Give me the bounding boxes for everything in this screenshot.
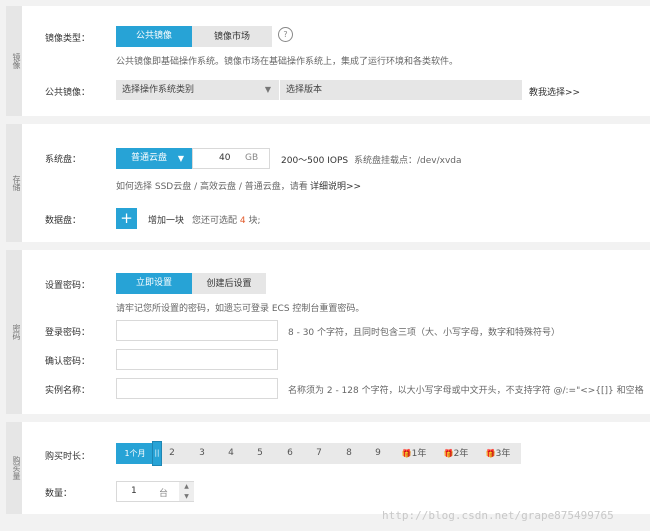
password-reminder: 请牢记您所设置的密码，如遗忘可登录 ECS 控制台重置密码。	[116, 304, 365, 314]
disk-size-value: 40	[219, 153, 231, 163]
section-side-label: 镜像	[12, 53, 21, 69]
duration-option-5[interactable]: 5	[250, 443, 270, 464]
login-password-label: 登录密码：	[45, 328, 91, 338]
instance-name-hint: 名称须为 2 - 128 个字符，以大小写字母或中文开头，不支持字符 @/:="…	[288, 386, 644, 396]
duration-option-2[interactable]: 2	[162, 443, 182, 464]
version-select[interactable]: 选择版本	[280, 80, 522, 100]
help-choose-link[interactable]: 教我选择>>	[529, 85, 580, 98]
section-side-label: 密码	[12, 324, 21, 340]
login-password-input[interactable]	[116, 320, 278, 341]
duration-slider[interactable]: 1个月 || 2 3 4 5 6 7 8 9 🎁1年 🎁2年 🎁3年	[116, 441, 521, 466]
instance-name-label: 实例名称：	[45, 386, 91, 396]
decrement-icon[interactable]: ▼	[179, 492, 194, 501]
duration-option-3y[interactable]: 🎁3年	[480, 443, 516, 464]
duration-option-4[interactable]: 4	[221, 443, 241, 464]
detail-link[interactable]: 详细说明>>	[310, 179, 361, 192]
help-circle-icon[interactable]: ?	[278, 27, 293, 42]
tab-image-market[interactable]: 镜像市场	[192, 26, 272, 47]
section-side-bar: 存储	[6, 124, 22, 242]
gift-icon: 🎁	[443, 449, 454, 458]
disk-size-input[interactable]: 40 GB	[192, 148, 270, 169]
remain-suffix: 块;	[248, 216, 261, 226]
confirm-password-input[interactable]	[116, 349, 278, 370]
duration-option-1m[interactable]: 1个月	[116, 443, 154, 464]
slider-handle[interactable]: ||	[152, 441, 162, 466]
image-description: 公共镜像即基础操作系统。镜像市场在基础操作系统上，集成了运行环境和各类软件。	[116, 57, 459, 67]
password-section: 密码 设置密码： 立即设置 创建后设置 请牢记您所设置的密码，如遗忘可登录 EC…	[6, 250, 650, 414]
section-side-label: 存储	[12, 175, 21, 191]
section-side-bar: 购买量	[6, 422, 22, 514]
os-category-value: 选择操作系统类别	[122, 85, 195, 95]
disk-type-value: 普通云盘	[131, 153, 168, 163]
purchase-section: 购买量 购买时长： 1个月 || 2 3 4 5 6 7 8 9 🎁1年 🎁2年…	[6, 422, 650, 514]
section-side-label: 购买量	[12, 456, 21, 480]
tab-public-image[interactable]: 公共镜像	[116, 26, 192, 47]
duration-2y-label: 2年	[453, 449, 469, 459]
chevron-down-icon: ▼	[264, 85, 271, 94]
section-side-bar: 镜像	[6, 6, 22, 116]
tab-set-now[interactable]: 立即设置	[116, 273, 192, 294]
duration-option-1y[interactable]: 🎁1年	[396, 443, 432, 464]
instance-name-input[interactable]	[116, 378, 278, 399]
storage-section: 存储 系统盘： 普通云盘 ▼ 40 GB 200～500 IOPS 系统盘挂载点…	[6, 124, 650, 242]
duration-1y-label: 1年	[411, 449, 427, 459]
gift-icon: 🎁	[485, 449, 496, 458]
remain-prefix: 您还可选配	[192, 216, 238, 226]
gift-icon: 🎁	[401, 449, 412, 458]
system-disk-label: 系统盘：	[45, 155, 82, 165]
quantity-label: 数量：	[45, 489, 73, 499]
remaining-disks-text: 您还可选配 4 块;	[192, 213, 261, 226]
duration-option-7[interactable]: 7	[309, 443, 329, 464]
confirm-password-label: 确认密码：	[45, 357, 91, 367]
version-value: 选择版本	[286, 85, 323, 95]
section-side-bar: 密码	[6, 250, 22, 414]
duration-option-3[interactable]: 3	[192, 443, 212, 464]
duration-3y-label: 3年	[495, 449, 511, 459]
remain-count: 4	[239, 216, 246, 226]
disk-size-unit: GB	[245, 153, 259, 163]
add-disk-label[interactable]: 增加一块	[148, 213, 184, 226]
duration-option-2y[interactable]: 🎁2年	[438, 443, 474, 464]
watermark: http://blog.csdn.net/grape875499765	[382, 509, 614, 522]
duration-option-8[interactable]: 8	[339, 443, 359, 464]
login-password-hint: 8 - 30 个字符，且同时包含三项（大、小写字母，数字和特殊符号）	[288, 328, 561, 338]
increment-icon[interactable]: ▲	[179, 482, 194, 492]
duration-option-6[interactable]: 6	[280, 443, 300, 464]
chevron-down-icon: ▼	[177, 154, 184, 163]
quantity-stepper[interactable]: 1 台 ▲ ▼	[116, 481, 194, 502]
add-disk-button[interactable]: +	[116, 208, 137, 229]
set-password-label: 设置密码：	[45, 281, 91, 291]
os-category-select[interactable]: 选择操作系统类别 ▼	[116, 80, 279, 100]
mount-point-text: 系统盘挂载点：/dev/xvda	[354, 156, 462, 166]
public-image-label: 公共镜像：	[45, 88, 91, 98]
duration-label: 购买时长：	[45, 452, 91, 462]
quantity-unit: 台	[159, 489, 169, 499]
data-disk-label: 数据盘：	[45, 216, 82, 226]
image-type-label: 镜像类型：	[45, 34, 91, 44]
disk-choose-text: 如何选择 SSD云盘 / 高效云盘 / 普通云盘，请看	[116, 182, 308, 192]
quantity-value: 1	[131, 486, 137, 496]
image-section: 镜像 镜像类型： 公共镜像 镜像市场 ? 公共镜像即基础操作系统。镜像市场在基础…	[6, 6, 650, 116]
plus-icon: +	[120, 209, 133, 227]
tab-set-later[interactable]: 创建后设置	[192, 273, 266, 294]
iops-text: 200～500 IOPS	[281, 156, 349, 166]
disk-type-select[interactable]: 普通云盘 ▼	[116, 148, 192, 169]
duration-option-9[interactable]: 9	[368, 443, 388, 464]
